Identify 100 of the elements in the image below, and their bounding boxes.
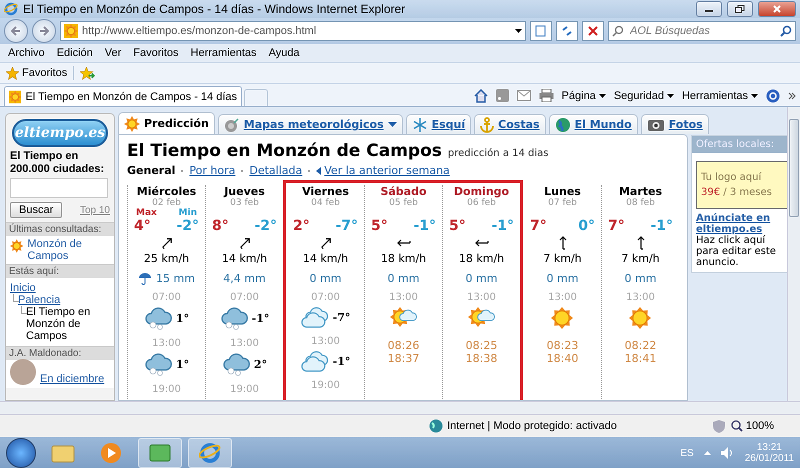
up-caret-icon[interactable] <box>704 451 711 455</box>
speaker-icon[interactable] <box>720 447 735 459</box>
menu-item[interactable]: Edición <box>56 47 93 59</box>
dropdown-caret-icon <box>598 94 606 98</box>
zoom-control[interactable]: 100% <box>730 420 774 432</box>
ads-heading: Ofertas locales: <box>692 136 787 153</box>
star-icon <box>6 66 19 80</box>
day-date: 07 feb <box>548 198 577 208</box>
rainfall: 0 mm <box>624 272 656 285</box>
breadcrumb-link[interactable]: Palencia <box>18 294 110 306</box>
chevron-icon[interactable] <box>788 92 796 100</box>
compatibility-button[interactable] <box>530 21 552 41</box>
rainfall: 0 mm <box>546 272 578 285</box>
day-date: 06 feb <box>467 198 496 208</box>
wind-arrow-icon <box>238 236 252 250</box>
page-icon <box>535 25 547 37</box>
max-label: Max <box>136 208 157 218</box>
minimize-button[interactable] <box>696 1 722 17</box>
command-menu[interactable]: Seguridad <box>614 90 674 102</box>
view-link[interactable]: Detallada <box>249 164 302 177</box>
mail-icon[interactable] <box>516 90 531 101</box>
wind-speed: 14 km/h <box>222 252 268 265</box>
ad-text: Haz click aquí para editar este anuncio. <box>695 235 777 270</box>
view-link[interactable]: General <box>127 164 176 177</box>
ad-period: / 3 meses <box>723 187 772 198</box>
sunrise-time: 08:25 <box>466 339 498 352</box>
min-temperature: -2° <box>254 218 277 234</box>
day-date: 08 feb <box>626 198 655 208</box>
clock-time: 13:21 <box>756 442 782 453</box>
left-triangle-icon <box>316 166 322 174</box>
page-tab[interactable]: Esquí <box>406 114 472 134</box>
wind-speed: 14 km/h <box>302 252 348 265</box>
hour-temperature: 2° <box>254 358 268 370</box>
sun-icon <box>64 24 78 38</box>
page-tab[interactable]: Mapas meteorológicos <box>218 114 403 134</box>
horizontal-scrollbar[interactable] <box>0 401 800 415</box>
view-link[interactable]: Por hora <box>189 164 236 177</box>
start-button[interactable] <box>6 438 36 468</box>
refresh-button[interactable] <box>556 21 578 41</box>
add-favorite-icon[interactable] <box>80 66 96 80</box>
menu-item[interactable]: Favoritos <box>133 47 179 59</box>
snow-cloud-icon <box>222 351 250 377</box>
wind-speed: 7 km/h <box>543 252 582 265</box>
sunset-time: 18:37 <box>388 352 420 365</box>
day-date: 04 feb <box>311 198 340 208</box>
ad-box[interactable]: Tu logo aquí 39€ / 3 meses <box>696 161 787 209</box>
day-name: Domingo <box>454 185 510 198</box>
address-field[interactable]: http://www.eltiempo.es/monzon-de-campos.html <box>60 21 526 41</box>
hour-label: 13:00 <box>230 338 259 349</box>
shield-icon[interactable] <box>712 420 725 432</box>
previous-week-link[interactable]: Ver la anterior semana <box>316 164 450 177</box>
vertical-scrollbar[interactable] <box>787 107 800 401</box>
printer-icon[interactable] <box>538 89 554 102</box>
maximize-button[interactable] <box>727 1 753 17</box>
close-button[interactable] <box>758 1 796 17</box>
hour-label: 13:00 <box>548 292 577 303</box>
max-temperature: 4° <box>134 218 151 234</box>
folder-icon <box>51 443 75 463</box>
sun-icon <box>10 238 24 254</box>
wind-speed: 25 km/h <box>144 252 190 265</box>
page-title: El Tiempo en Monzón de Campos <box>127 141 442 161</box>
rainfall: 4,4 mm <box>223 272 266 285</box>
menu-item[interactable]: Ayuda <box>268 47 300 59</box>
forward-arrow-icon <box>39 26 49 36</box>
page-tab[interactable]: Costas <box>474 114 546 134</box>
section-heading: Últimas consultadas: <box>6 222 114 236</box>
forward-button[interactable] <box>32 19 56 43</box>
hour-label: 19:00 <box>230 384 259 395</box>
menu-item[interactable]: Herramientas <box>190 47 257 59</box>
city-search-field[interactable] <box>10 178 108 198</box>
breadcrumb-link[interactable]: Inicio <box>10 282 110 294</box>
min-temperature: -2° <box>176 218 199 234</box>
stop-button[interactable] <box>582 21 604 41</box>
menu-item[interactable]: Ver <box>104 47 122 59</box>
browser-tab[interactable]: El Tiempo en Monzón de Campos - 14 días <box>4 86 242 106</box>
advertise-link[interactable]: Anúnciate en eltiempo.es <box>692 213 787 235</box>
anchor-icon <box>480 116 494 132</box>
page-tab[interactable]: Predicción <box>118 112 215 134</box>
home-icon[interactable] <box>474 88 488 102</box>
help-icon[interactable] <box>766 88 780 102</box>
command-menu[interactable]: Herramientas <box>682 90 758 102</box>
wind-speed: 18 km/h <box>458 252 504 265</box>
snow-cloud-icon <box>144 351 172 377</box>
hour-label: 07:00 <box>152 292 181 303</box>
max-temperature: 7° <box>608 218 625 234</box>
page-tab[interactable]: Fotos <box>640 114 709 134</box>
hour-label: 13:00 <box>152 338 181 349</box>
menu-item[interactable]: Archivo <box>8 47 45 59</box>
search-button[interactable]: Buscar <box>10 202 62 218</box>
favorites-button[interactable]: Favoritos <box>6 66 68 80</box>
taskbar-button[interactable] <box>138 438 182 468</box>
taskbar-button[interactable] <box>188 438 232 468</box>
command-menu[interactable]: Página <box>562 90 606 102</box>
page-tab[interactable]: El Mundo <box>548 114 638 134</box>
back-button[interactable] <box>4 19 28 43</box>
browser-logo-icon <box>4 2 18 16</box>
hour-temperature: -1° <box>332 354 350 368</box>
section-heading: J.A. Maldonado: <box>6 346 114 360</box>
hour-label: 13:00 <box>389 292 418 303</box>
min-temperature: -1° <box>413 218 436 234</box>
